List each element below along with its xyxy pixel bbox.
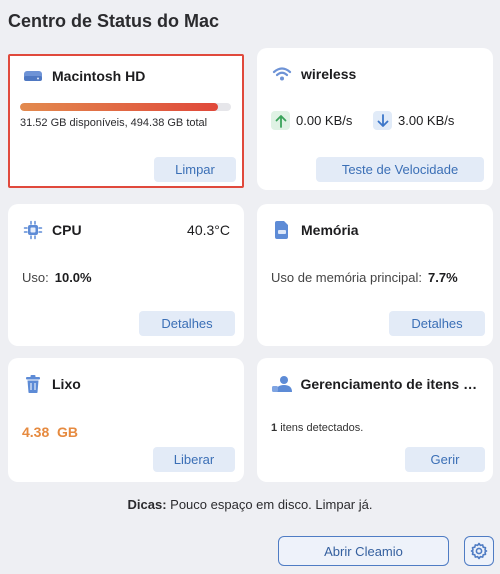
tips-text: Pouco espaço em disco. Limpar já. xyxy=(170,497,373,512)
upload-arrow-icon xyxy=(271,111,290,130)
memory-icon xyxy=(271,219,293,241)
cpu-card: CPU 40.3°C Uso: 10.0% Detalhes xyxy=(8,204,244,346)
cpu-usage: Uso: 10.0% xyxy=(22,270,92,285)
memory-card: Memória Uso de memória principal: 7.7% De… xyxy=(257,204,493,346)
memory-usage: Uso de memória principal: 7.7% xyxy=(271,270,458,285)
cpu-title: CPU xyxy=(52,222,82,238)
items-count: 1 xyxy=(271,422,278,434)
disk-card[interactable]: Macintosh HD 31.52 GB disponíveis, 494.3… xyxy=(8,54,244,188)
download-speed: 3.00 KB/s xyxy=(373,111,454,130)
trash-icon xyxy=(22,373,44,395)
cpu-usage-value: 10.0% xyxy=(54,270,92,285)
disk-usage-fill xyxy=(20,103,219,111)
wifi-icon xyxy=(271,63,293,85)
manage-button[interactable]: Gerir xyxy=(405,447,485,472)
settings-button[interactable] xyxy=(464,536,494,566)
items-detected-label: itens detectados. xyxy=(280,422,364,434)
trash-title: Lixo xyxy=(52,376,81,392)
gear-icon xyxy=(470,542,488,560)
wireless-card: wireless 0.00 KB/s 3.00 KB/s Teste de Ve… xyxy=(257,48,493,190)
items-card: Gerenciamento de itens d... 1 itens dete… xyxy=(257,358,493,482)
memory-usage-value: 7.7% xyxy=(428,270,458,285)
disk-title: Macintosh HD xyxy=(52,68,146,84)
disk-usage-text: 31.52 GB disponíveis, 494.38 GB total xyxy=(20,117,208,129)
window-title: Centro de Status do Mac xyxy=(8,11,220,31)
items-icon xyxy=(271,373,292,395)
items-detected: 1 itens detectados. xyxy=(271,422,363,434)
cpu-icon xyxy=(22,219,44,241)
tips-line: Dicas: Pouco espaço em disco. Limpar já. xyxy=(0,497,500,512)
open-app-button[interactable]: Abrir Cleamio xyxy=(278,536,449,566)
memory-details-button[interactable]: Detalhes xyxy=(389,311,485,336)
speed-test-button[interactable]: Teste de Velocidade xyxy=(316,157,484,182)
download-arrow-icon xyxy=(373,111,392,130)
wireless-title: wireless xyxy=(301,66,357,82)
tips-label: Dicas: xyxy=(127,497,167,512)
upload-speed: 0.00 KB/s xyxy=(271,111,352,130)
trash-size: 4.38 GB xyxy=(22,424,79,440)
cpu-temperature: 40.3°C xyxy=(187,222,230,238)
upload-speed-value: 0.00 KB/s xyxy=(296,113,353,128)
memory-usage-label: Uso de memória principal: xyxy=(271,270,423,285)
items-title: Gerenciamento de itens d... xyxy=(300,376,479,392)
memory-title: Memória xyxy=(301,222,359,238)
trash-card: Lixo 4.38 GB Liberar xyxy=(8,358,244,482)
disk-usage-bar xyxy=(20,103,231,111)
cpu-usage-label: Uso: xyxy=(22,270,49,285)
clean-button[interactable]: Limpar xyxy=(154,157,236,182)
download-speed-value: 3.00 KB/s xyxy=(398,113,455,128)
hard-drive-icon xyxy=(22,65,44,87)
cpu-details-button[interactable]: Detalhes xyxy=(139,311,235,336)
free-up-button[interactable]: Liberar xyxy=(153,447,235,472)
